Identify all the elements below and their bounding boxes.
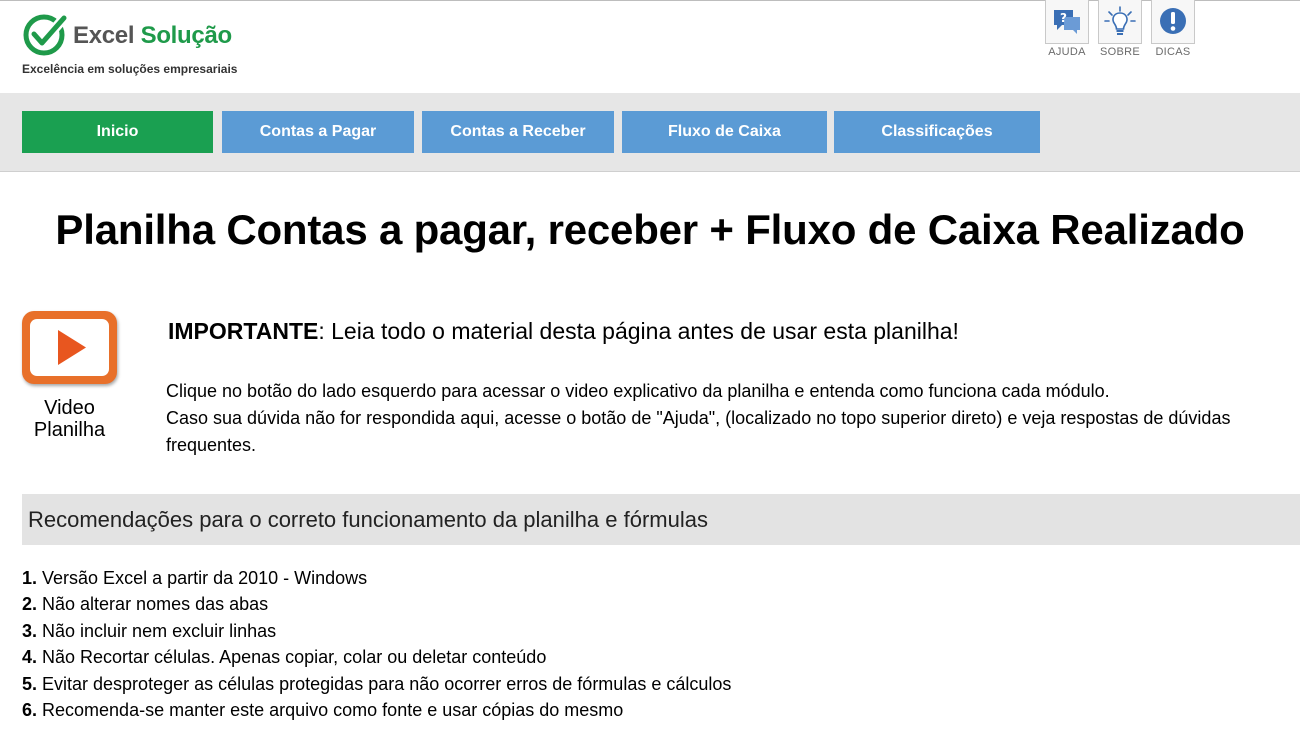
list-item-number: 4. xyxy=(22,647,38,668)
lightbulb-icon xyxy=(1104,5,1136,35)
list-item-text: Não alterar nomes das abas xyxy=(37,594,269,615)
help-box[interactable] xyxy=(1151,0,1195,44)
svg-text:?: ? xyxy=(1060,11,1067,25)
list-item-number: 2. xyxy=(22,594,38,615)
list-item: 6. Recomenda-se manter este arquivo como… xyxy=(22,697,731,723)
help-toolbar: ? AJUDA SOBRE DICAS xyxy=(1042,0,1202,65)
recommendations-header: Recomendações para o correto funcionamen… xyxy=(22,494,1300,545)
list-item: 3. Não incluir nem excluir linhas xyxy=(22,618,731,644)
list-item: 5. Evitar desproteger as células protegi… xyxy=(22,671,731,697)
exclamation-icon xyxy=(1160,7,1186,34)
checkmark-logo-icon xyxy=(23,13,68,56)
video-label-line1: Video xyxy=(44,397,95,419)
logo: Excel Solução Excelência em soluções emp… xyxy=(22,10,282,80)
list-item-number: 5. xyxy=(22,673,38,694)
list-item-text: Evitar desproteger as células protegidas… xyxy=(37,673,732,694)
nav-tab-inicio[interactable]: Inicio xyxy=(22,111,213,153)
help-button-sobre[interactable]: SOBRE xyxy=(1095,0,1145,58)
play-icon xyxy=(58,330,86,365)
nav-tab-contas-a-pagar[interactable]: Contas a Pagar xyxy=(222,111,414,153)
page-title: Planilha Contas a pagar, receber + Fluxo… xyxy=(55,206,1245,253)
important-prefix: IMPORTANTE xyxy=(168,318,319,344)
list-item-number: 3. xyxy=(22,620,38,641)
video-label-line2: Planilha xyxy=(33,419,106,441)
intro-line-2: Caso sua dúvida não for respondida aqui,… xyxy=(166,408,1231,455)
list-item-number: 1. xyxy=(22,568,38,588)
help-button-dicas[interactable]: DICAS xyxy=(1148,0,1198,58)
list-item: 4. Não Recortar células. Apenas copiar, … xyxy=(22,644,731,670)
recommendations-list: 1. Versão Excel a partir da 2010 - Windo… xyxy=(22,565,731,723)
list-item-text: Versão Excel a partir da 2010 - Windows xyxy=(37,568,368,588)
important-text: : Leia todo o material desta página ante… xyxy=(318,318,959,344)
nav-bar: Inicio Contas a Pagar Contas a Receber F… xyxy=(0,93,1300,172)
video-label[interactable]: Video Planilha xyxy=(16,397,123,441)
list-item-text: Não incluir nem excluir linhas xyxy=(37,620,277,641)
list-item: 1. Versão Excel a partir da 2010 - Windo… xyxy=(22,565,731,591)
help-label: AJUDA xyxy=(1048,46,1086,58)
help-label: SOBRE xyxy=(1099,46,1140,58)
video-inner xyxy=(30,319,109,376)
brand-name: Excel Solução xyxy=(73,22,232,50)
help-label: DICAS xyxy=(1155,46,1191,58)
nav-tab-contas-a-receber[interactable]: Contas a Receber xyxy=(422,111,614,153)
video-planilha-button[interactable]: Video Planilha xyxy=(22,311,117,451)
intro-text: Clique no botão do lado esquerdo para ac… xyxy=(166,378,1276,459)
nav-tab-fluxo-de-caixa[interactable]: Fluxo de Caixa xyxy=(622,111,827,153)
brand-tagline: Excelência em soluções empresariais xyxy=(22,62,238,76)
list-item-number: 6. xyxy=(22,700,38,721)
help-box[interactable]: ? xyxy=(1045,0,1089,44)
list-item: 2. Não alterar nomes das abas xyxy=(22,591,731,617)
nav-tab-classificacoes[interactable]: Classificações xyxy=(834,111,1040,153)
question-chat-icon: ? xyxy=(1054,9,1080,34)
brand-name-solucao: Solução xyxy=(140,22,233,49)
brand-name-excel: Excel xyxy=(73,22,135,49)
intro-line-1: Clique no botão do lado esquerdo para ac… xyxy=(166,381,1110,401)
help-button-ajuda[interactable]: ? AJUDA xyxy=(1042,0,1092,58)
list-item-text: Recomenda-se manter este arquivo como fo… xyxy=(37,700,624,721)
help-box[interactable] xyxy=(1098,0,1142,44)
important-notice: IMPORTANTE: Leia todo o material desta p… xyxy=(168,318,959,345)
list-item-text: Não Recortar células. Apenas copiar, col… xyxy=(37,647,547,668)
video-thumbnail[interactable] xyxy=(22,311,117,384)
